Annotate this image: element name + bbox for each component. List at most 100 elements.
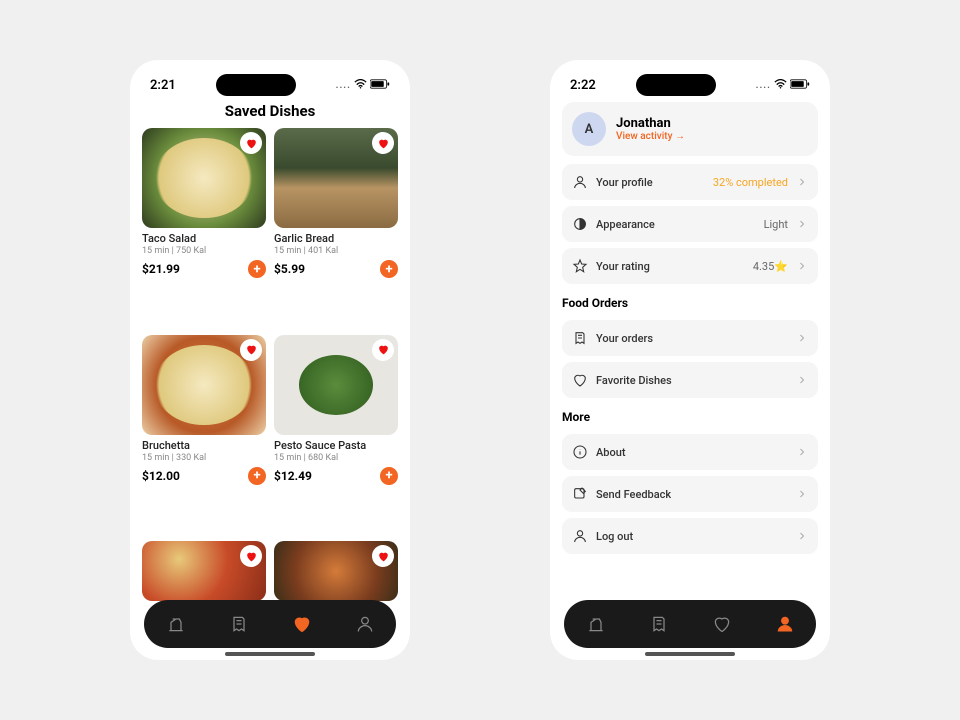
- dish-card[interactable]: Pesto Sauce Pasta 15 min | 680 Kal $12.4…: [274, 335, 398, 534]
- profile-header[interactable]: A Jonathan View activity →: [562, 102, 818, 156]
- home-indicator[interactable]: [645, 652, 735, 656]
- status-bar: 2:22 ....: [562, 70, 818, 102]
- tab-favorites[interactable]: [292, 614, 312, 634]
- heart-icon: [377, 550, 390, 563]
- more-list: About Send Feedback Log out: [562, 434, 818, 554]
- avatar: A: [572, 112, 606, 146]
- dynamic-island: [636, 74, 716, 96]
- row-label: Your orders: [596, 332, 788, 345]
- dish-meta: 15 min | 330 Kal: [142, 453, 266, 463]
- heart-icon: [245, 343, 258, 356]
- row-label: Send Feedback: [596, 488, 788, 501]
- row-label: About: [596, 446, 788, 459]
- feedback-icon: [572, 486, 588, 502]
- heart-icon: [245, 550, 258, 563]
- row-appearance[interactable]: Appearance Light: [562, 206, 818, 242]
- half-circle-icon: [572, 216, 588, 232]
- favorite-button[interactable]: [240, 339, 262, 361]
- tab-bar: [564, 600, 816, 648]
- row-about[interactable]: About: [562, 434, 818, 470]
- favorite-button[interactable]: [372, 132, 394, 154]
- dish-price: $12.00: [142, 469, 180, 483]
- status-icons: ....: [336, 79, 390, 92]
- row-label: Your rating: [596, 260, 745, 273]
- settings-list: Your profile 32% completed Appearance Li…: [562, 164, 818, 284]
- row-favorite-dishes[interactable]: Favorite Dishes: [562, 362, 818, 398]
- page-title: Saved Dishes: [142, 102, 398, 120]
- dish-card[interactable]: Taco Salad 15 min | 750 Kal $21.99 +: [142, 128, 266, 327]
- dish-card[interactable]: Garlic Bread 15 min | 401 Kal $5.99 +: [274, 128, 398, 327]
- row-your-rating[interactable]: Your rating 4.35⭐: [562, 248, 818, 284]
- tab-profile[interactable]: [355, 614, 375, 634]
- tab-home[interactable]: [166, 614, 186, 634]
- row-label: Your profile: [596, 176, 705, 189]
- tab-home[interactable]: [586, 614, 606, 634]
- status-icons: ....: [756, 79, 810, 92]
- row-value: Light: [764, 218, 788, 231]
- user-icon: [572, 528, 588, 544]
- wifi-icon: [354, 79, 367, 92]
- dish-name: Garlic Bread: [274, 232, 398, 245]
- favorite-button[interactable]: [372, 339, 394, 361]
- row-log-out[interactable]: Log out: [562, 518, 818, 554]
- row-value: 32% completed: [713, 176, 788, 189]
- chevron-right-icon: [796, 488, 808, 500]
- favorite-button[interactable]: [372, 545, 394, 567]
- tab-favorites[interactable]: [712, 614, 732, 634]
- chevron-right-icon: [796, 260, 808, 272]
- row-label: Appearance: [596, 218, 756, 231]
- dish-image: [274, 128, 398, 228]
- status-time: 2:22: [570, 78, 596, 93]
- chevron-right-icon: [796, 176, 808, 188]
- favorite-button[interactable]: [240, 132, 262, 154]
- row-your-profile[interactable]: Your profile 32% completed: [562, 164, 818, 200]
- star-icon: [572, 258, 588, 274]
- status-time: 2:21: [150, 78, 176, 93]
- row-label: Log out: [596, 530, 788, 543]
- chevron-right-icon: [796, 218, 808, 230]
- dish-image: [274, 541, 398, 601]
- battery-icon: [370, 79, 390, 92]
- dish-card[interactable]: Bruchetta 15 min | 330 Kal $12.00 +: [142, 335, 266, 534]
- heart-icon: [245, 137, 258, 150]
- chevron-right-icon: [796, 530, 808, 542]
- row-send-feedback[interactable]: Send Feedback: [562, 476, 818, 512]
- tab-orders[interactable]: [229, 614, 249, 634]
- heart-icon: [572, 372, 588, 388]
- dish-image: [274, 335, 398, 435]
- cellular-icon: ....: [756, 80, 771, 91]
- profile-content: A Jonathan View activity → Your profile …: [562, 102, 818, 650]
- add-button[interactable]: +: [248, 467, 266, 485]
- row-your-orders[interactable]: Your orders: [562, 320, 818, 356]
- home-indicator[interactable]: [225, 652, 315, 656]
- heart-icon: [377, 137, 390, 150]
- dish-meta: 15 min | 401 Kal: [274, 246, 398, 256]
- dish-price: $21.99: [142, 262, 180, 276]
- tab-bar: [144, 600, 396, 648]
- section-title: Food Orders: [562, 296, 818, 310]
- heart-icon: [377, 343, 390, 356]
- dish-image: [142, 335, 266, 435]
- add-button[interactable]: +: [380, 260, 398, 278]
- dynamic-island: [216, 74, 296, 96]
- tab-profile[interactable]: [775, 614, 795, 634]
- tab-orders[interactable]: [649, 614, 669, 634]
- chevron-right-icon: [796, 374, 808, 386]
- favorite-button[interactable]: [240, 545, 262, 567]
- chevron-right-icon: [796, 446, 808, 458]
- wifi-icon: [774, 79, 787, 92]
- dish-name: Bruchetta: [142, 439, 266, 452]
- add-button[interactable]: +: [248, 260, 266, 278]
- user-name: Jonathan: [616, 116, 685, 131]
- status-bar: 2:21 ....: [142, 70, 398, 102]
- add-button[interactable]: +: [380, 467, 398, 485]
- view-activity-link[interactable]: View activity →: [616, 131, 685, 142]
- receipt-icon: [572, 330, 588, 346]
- battery-icon: [790, 79, 810, 92]
- row-label: Favorite Dishes: [596, 374, 788, 387]
- user-icon: [572, 174, 588, 190]
- dish-meta: 15 min | 750 Kal: [142, 246, 266, 256]
- dish-name: Pesto Sauce Pasta: [274, 439, 398, 452]
- dish-image: [142, 541, 266, 601]
- row-value: 4.35⭐: [753, 260, 788, 273]
